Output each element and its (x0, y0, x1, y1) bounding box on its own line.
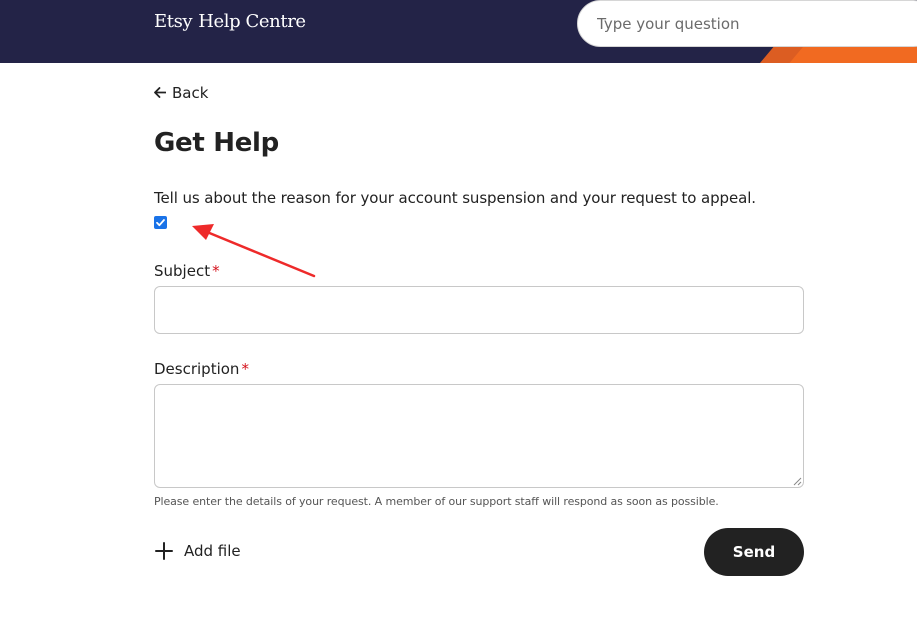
description-field[interactable] (154, 384, 804, 488)
required-marker: * (212, 262, 220, 280)
logo-brand: Etsy (154, 11, 193, 32)
subject-field[interactable] (154, 286, 804, 334)
logo-text: Help Centre (198, 11, 306, 32)
check-icon (156, 219, 165, 227)
page-title: Get Help (154, 128, 279, 158)
description-hint: Please enter the details of your request… (154, 495, 719, 508)
description-label-text: Description (154, 360, 240, 378)
search-input[interactable] (597, 14, 897, 33)
subject-label-text: Subject (154, 262, 211, 280)
required-marker: * (241, 360, 249, 378)
plus-icon (155, 542, 173, 560)
arrow-left-icon (154, 86, 167, 101)
send-button[interactable]: Send (704, 528, 804, 576)
add-file-button[interactable]: Add file (154, 541, 241, 561)
help-centre-logo[interactable]: Etsy Help Centre (154, 11, 306, 32)
request-prompt: Tell us about the reason for your accoun… (154, 189, 756, 207)
add-file-label: Add file (184, 542, 241, 560)
search-box[interactable] (577, 0, 917, 47)
description-label: Description * (154, 360, 249, 378)
back-label: Back (172, 84, 209, 102)
resize-grip-icon[interactable] (793, 477, 802, 486)
appeal-checkbox[interactable] (154, 216, 167, 229)
subject-label: Subject * (154, 262, 220, 280)
site-header: Etsy Help Centre (0, 0, 917, 63)
back-link[interactable]: Back (154, 84, 208, 102)
